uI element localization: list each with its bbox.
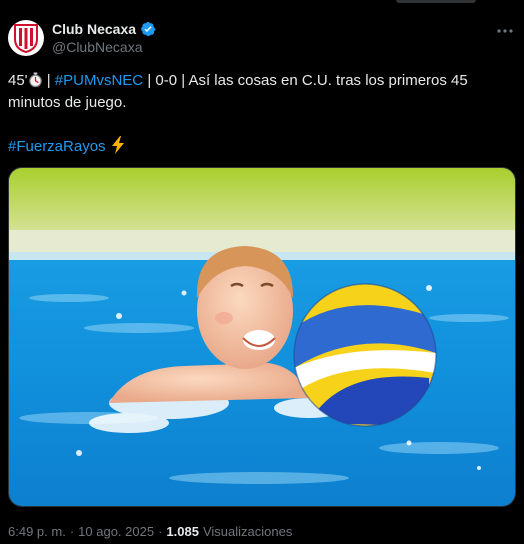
tweet-text: 45' | #PUMvsNEC | 0-0 | Así las cosas en…	[8, 70, 512, 158]
display-name[interactable]: Club Necaxa	[52, 21, 136, 37]
tweet-separator: |	[42, 72, 55, 89]
account-handle[interactable]: @ClubNecaxa	[52, 39, 142, 55]
top-scroll-indicator	[396, 0, 476, 3]
tweet-time[interactable]: 6:49 p. m.	[8, 524, 66, 539]
hashtag-match-link[interactable]: #PUMvsNEC	[55, 72, 143, 89]
meta-dot: ·	[158, 524, 163, 539]
stopwatch-emoji-icon	[28, 72, 42, 87]
tweet-meta: 6:49 p. m. · 10 ago. 2025 · 1.085 Visual…	[8, 524, 292, 539]
views-count: 1.085	[166, 524, 199, 539]
avatar[interactable]	[8, 20, 44, 56]
tweet-header: Club Necaxa @ClubNecaxa	[8, 20, 516, 60]
high-voltage-emoji-icon	[111, 136, 124, 154]
verified-badge-icon	[141, 21, 156, 37]
tweet-date[interactable]: 10 ago. 2025	[78, 524, 154, 539]
tweet-minute: 45'	[8, 72, 28, 89]
tweet-photo[interactable]	[8, 167, 516, 507]
meta-dot: ·	[69, 524, 75, 539]
more-horizontal-icon[interactable]	[496, 24, 514, 38]
hashtag-team-link[interactable]: #FuerzaRayos	[8, 138, 106, 155]
swimming-child-with-ball-image	[9, 168, 515, 506]
club-crest-icon	[14, 24, 38, 53]
views-label: Visualizaciones	[202, 524, 293, 539]
